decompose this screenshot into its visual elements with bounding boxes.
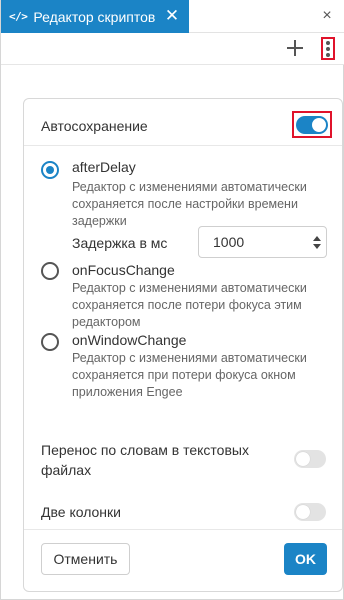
tab-label: Редактор скриптов <box>33 8 156 25</box>
radio-after-delay[interactable] <box>41 161 59 179</box>
autosave-toggle-highlight <box>292 111 332 138</box>
settings-panel: Автосохранение afterDelay Редактор с изм… <box>23 98 343 592</box>
autosave-label: Автосохранение <box>41 118 148 134</box>
plus-icon[interactable] <box>284 37 306 59</box>
toggle-knob <box>296 452 310 466</box>
word-wrap-label: Перенос по словам в текстовых файлах <box>41 442 249 478</box>
two-columns-toggle[interactable] <box>294 503 326 521</box>
word-wrap-toggle[interactable] <box>294 450 326 468</box>
kebab-dot <box>326 53 330 57</box>
option-after-delay-title: afterDelay <box>72 159 136 175</box>
spinner-arrows-icon[interactable] <box>312 235 322 251</box>
tab-bar: </> Редактор скриптов ✕ × <box>1 0 344 33</box>
toolbar <box>1 33 344 65</box>
option-on-focus-change-title: onFocusChange <box>72 262 175 278</box>
option-on-window-change-description: Редактор с изменениями автоматически сох… <box>72 351 307 399</box>
toggle-knob <box>296 505 310 519</box>
two-columns-label: Две колонки <box>41 504 121 520</box>
tab-script-editor[interactable]: </> Редактор скриптов ✕ <box>1 0 189 33</box>
kebab-menu-icon[interactable] <box>321 37 335 60</box>
delay-number-input[interactable]: 1000 <box>198 226 327 258</box>
footer-divider <box>24 529 342 530</box>
autosave-toggle[interactable] <box>296 115 328 134</box>
delay-label: Задержка в мс <box>72 235 168 251</box>
delay-value: 1000 <box>213 234 245 250</box>
option-on-focus-change-description: Редактор с изменениями автоматически сох… <box>72 281 307 329</box>
window-close-icon[interactable]: × <box>319 6 335 26</box>
toggle-knob <box>312 117 326 132</box>
cancel-button[interactable]: Отменить <box>41 543 130 575</box>
ok-button[interactable]: OK <box>284 543 327 575</box>
option-after-delay-description: Редактор с изменениями автоматически сох… <box>72 180 307 228</box>
kebab-dot <box>326 41 330 45</box>
code-icon: </> <box>9 10 28 23</box>
autosave-row: Автосохранение <box>24 99 342 146</box>
option-on-window-change-title: onWindowChange <box>72 332 187 348</box>
script-editor-window: </> Редактор скриптов ✕ × Автосохранение… <box>0 0 344 600</box>
radio-on-focus-change[interactable] <box>41 262 59 280</box>
radio-on-window-change[interactable] <box>41 333 59 351</box>
kebab-dot <box>326 47 330 51</box>
tab-close-icon[interactable]: ✕ <box>164 6 180 26</box>
